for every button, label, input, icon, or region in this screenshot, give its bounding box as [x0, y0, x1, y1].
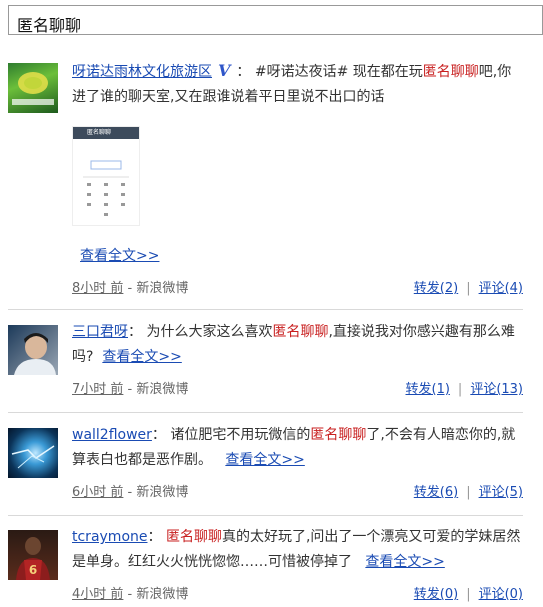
- keyword-highlight: 匿名聊聊: [272, 324, 329, 340]
- read-more-link[interactable]: 查看全文>>: [225, 452, 304, 468]
- colon: ：: [128, 324, 142, 340]
- thumbnail-title-bar: 匿名聊聊: [73, 127, 139, 139]
- author-name[interactable]: tcraymone: [72, 529, 148, 545]
- read-more-link[interactable]: 查看全文>>: [365, 554, 444, 570]
- divider: [8, 515, 523, 516]
- search-input[interactable]: 匿名聊聊: [8, 5, 543, 35]
- weibo-post: wall2flower： 诸位肥宅不用玩微信的匿名聊聊了,不会有人暗恋你的,就算…: [8, 423, 523, 503]
- keyword-highlight: 匿名聊聊: [422, 64, 479, 80]
- repost-link[interactable]: 转发(6): [414, 485, 458, 500]
- colon: ：: [236, 64, 251, 80]
- keyword-highlight: 匿名聊聊: [165, 529, 222, 545]
- comment-link[interactable]: 评论(13): [470, 382, 523, 397]
- weibo-post: 三口君呀： 为什么大家这么喜欢匿名聊聊,直接说我对你感兴趣有那么难吗? 查看全文…: [8, 320, 523, 400]
- comment-link[interactable]: 评论(0): [479, 587, 523, 602]
- repost-link[interactable]: 转发(0): [414, 587, 458, 602]
- post-text: 诸位肥宅不用玩微信的: [170, 427, 311, 443]
- person-icon: [14, 333, 56, 375]
- post-source: - 新浪微博: [127, 587, 189, 602]
- avatar[interactable]: [8, 63, 58, 113]
- colon: ：: [151, 427, 166, 443]
- avatar[interactable]: [8, 325, 58, 375]
- phone-keypad-icon: [83, 160, 129, 216]
- action-separator: |: [466, 281, 471, 296]
- action-separator: |: [457, 382, 463, 397]
- post-source: - 新浪微博: [127, 382, 189, 397]
- post-text: 为什么大家这么喜欢: [146, 324, 273, 340]
- post-image[interactable]: 匿名聊聊: [72, 126, 140, 226]
- author-name[interactable]: 呀诺达雨林文化旅游区: [72, 64, 212, 80]
- action-separator: |: [466, 587, 471, 602]
- avatar[interactable]: 6: [8, 530, 58, 580]
- read-more-link[interactable]: 查看全文>>: [80, 246, 159, 266]
- comment-link[interactable]: 评论(5): [479, 485, 523, 500]
- read-more-link[interactable]: 查看全文>>: [102, 349, 181, 365]
- repost-link[interactable]: 转发(2): [414, 281, 458, 296]
- post-source: - 新浪微博: [127, 281, 189, 296]
- weibo-post: 6 tcraymone： 匿名聊聊真的太好玩了,问出了一个漂亮又可爱的学妹居然是…: [8, 525, 523, 605]
- keyword-highlight: 匿名聊聊: [310, 427, 367, 443]
- avatar[interactable]: [8, 428, 58, 478]
- action-separator: |: [466, 485, 471, 500]
- logo-icon: [12, 72, 54, 105]
- post-time-link[interactable]: 7小时 前: [72, 382, 123, 397]
- post-source: - 新浪微博: [127, 485, 189, 500]
- divider: [8, 412, 523, 413]
- post-time-link[interactable]: 8小时 前: [72, 281, 123, 296]
- repost-link[interactable]: 转发(1): [406, 382, 450, 397]
- svg-text:6: 6: [29, 563, 37, 577]
- comment-link[interactable]: 评论(4): [479, 281, 523, 296]
- author-name[interactable]: wall2flower: [72, 427, 152, 443]
- colon: ：: [147, 529, 162, 545]
- lightning-icon: [11, 445, 55, 469]
- weibo-post: 呀诺达雨林文化旅游区 V： #呀诺达夜话# 现在都在玩匿名聊聊吧,你进了谁的聊天室…: [8, 58, 523, 308]
- athlete-icon: 6: [16, 537, 50, 580]
- post-time-link[interactable]: 4小时 前: [72, 587, 123, 602]
- divider: [8, 309, 523, 310]
- post-time-link[interactable]: 6小时 前: [72, 485, 123, 500]
- verified-icon: V: [218, 61, 231, 80]
- author-name[interactable]: 三口君呀: [72, 324, 128, 340]
- post-text: #呀诺达夜话# 现在都在玩: [254, 64, 423, 80]
